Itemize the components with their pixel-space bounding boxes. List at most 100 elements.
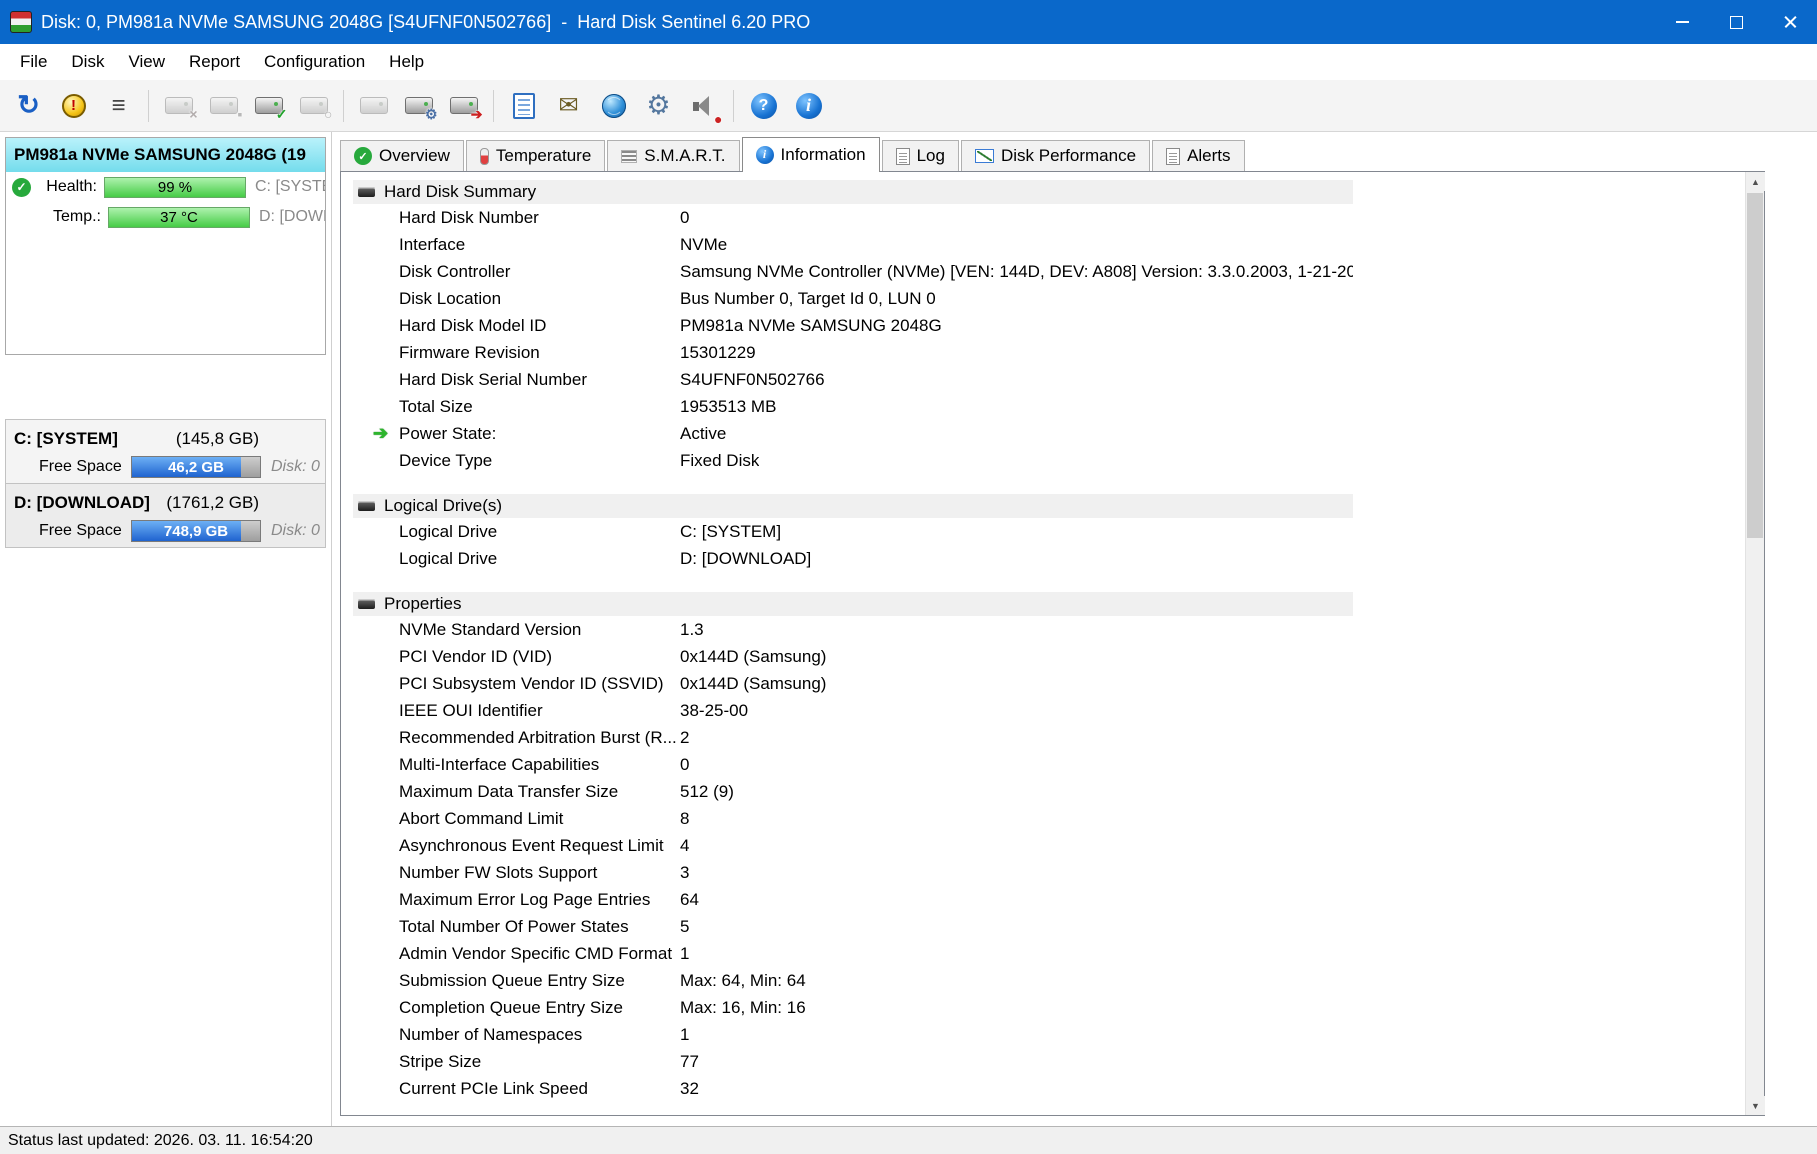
- disk-eject-button[interactable]: ➔: [441, 84, 486, 128]
- info-value: 4: [680, 835, 690, 855]
- info-label: Logical Drive: [399, 521, 498, 541]
- panel-list-button[interactable]: [501, 84, 546, 128]
- disk-remove-button[interactable]: ×: [156, 84, 201, 128]
- tab-label: Temperature: [495, 146, 592, 165]
- info-value: 3: [680, 862, 690, 882]
- disk-list-item-selected[interactable]: PM981a NVMe SAMSUNG 2048G (19 ✓ Health: …: [5, 137, 326, 355]
- info-label: Device Type: [399, 450, 493, 470]
- app-icon: [10, 11, 32, 33]
- maximize-icon: [1729, 15, 1743, 29]
- maximize-button[interactable]: [1709, 0, 1763, 44]
- alarm-clock-button[interactable]: !: [51, 84, 96, 128]
- drive-item-c[interactable]: C: [SYSTEM] (145,8 GB) Free Space 46,2 GB Di…: [5, 419, 326, 484]
- info-button[interactable]: i: [786, 84, 831, 128]
- mail-button[interactable]: ✉: [546, 84, 591, 128]
- tab-overview[interactable]: ✓ Overview: [340, 140, 464, 171]
- info-value: 0: [680, 207, 690, 227]
- disk-gear-button[interactable]: ⚙: [396, 84, 441, 128]
- sound-icon: ●: [691, 94, 723, 126]
- tab-label: Overview: [379, 146, 450, 165]
- info-value: 1953513 MB: [680, 396, 777, 416]
- section-title: Properties: [384, 594, 462, 613]
- network-globe-button[interactable]: [591, 84, 636, 128]
- info-row: Firmware Revision 15301229: [353, 339, 1353, 366]
- info-label: Firmware Revision: [399, 342, 540, 362]
- alerts-page-icon: [1166, 147, 1181, 165]
- info-value: S4UFNF0N502766: [680, 369, 825, 389]
- section-title: Logical Drive(s): [384, 496, 503, 515]
- info-label: Number of Namespaces: [399, 1024, 583, 1044]
- report-button[interactable]: ≡: [96, 84, 141, 128]
- toolbar-separator: [493, 89, 494, 122]
- disk-section-icon: [358, 501, 375, 511]
- tab-label: S.M.A.R.T.: [644, 146, 726, 165]
- minimize-button[interactable]: [1655, 0, 1709, 44]
- info-row: Submission Queue Entry Size Max: 64, Min:…: [353, 967, 1353, 994]
- content-area: ✓ Overview Temperature S.M.A.R.T. i Informati…: [332, 132, 1817, 1126]
- close-button[interactable]: [1763, 0, 1817, 44]
- menu-report[interactable]: Report: [177, 48, 252, 76]
- free-space-value: 46,2 GB: [168, 458, 224, 476]
- temperature-drive-ref: D: [DOWN: [259, 208, 325, 225]
- smart-attributes-icon: [621, 149, 638, 163]
- info-row: ➔ Power State: Active: [353, 420, 1353, 447]
- health-value: 99 %: [157, 178, 193, 196]
- drive-item-d[interactable]: D: [DOWNLOAD] (1761,2 GB) Free Space 748,9 …: [5, 483, 326, 548]
- tab-log[interactable]: Log: [881, 140, 959, 171]
- scroll-up-button[interactable]: [1746, 172, 1765, 191]
- info-row: Total Number Of Power States 5: [353, 913, 1353, 940]
- disk-button[interactable]: [351, 84, 396, 128]
- info-value: D: [DOWNLOAD]: [680, 548, 812, 568]
- alarm-clock-icon: !: [61, 93, 86, 118]
- scrollbar-thumb[interactable]: [1747, 193, 1763, 538]
- disk-accept-button[interactable]: ✓: [246, 84, 291, 128]
- title-bar: Disk: 0, PM981a NVMe SAMSUNG 2048G [S4UF…: [0, 0, 1817, 44]
- info-row: Maximum Error Log Page Entries 64: [353, 886, 1353, 913]
- free-space-bar: 748,9 GB: [131, 520, 261, 542]
- info-row: IEEE OUI Identifier 38-25-00: [353, 697, 1353, 724]
- info-value: 77: [680, 1051, 699, 1071]
- disk-write-button[interactable]: ▪: [201, 84, 246, 128]
- tab-temperature[interactable]: Temperature: [465, 140, 606, 171]
- info-label: Number FW Slots Support: [399, 862, 598, 882]
- info-row: Number of Namespaces 1: [353, 1021, 1353, 1048]
- refresh-button[interactable]: ↻: [6, 84, 51, 128]
- disk-section-icon: [358, 599, 375, 609]
- menu-bar: File Disk View Report Configuration Help: [0, 44, 1817, 80]
- tab-smart[interactable]: S.M.A.R.T.: [607, 140, 740, 171]
- disk-write-icon-badge: ▪: [237, 106, 243, 122]
- info-value: NVMe: [680, 234, 728, 254]
- info-value: 5: [680, 916, 690, 936]
- info-row: Number FW Slots Support 3: [353, 859, 1353, 886]
- tab-alerts[interactable]: Alerts: [1152, 140, 1245, 171]
- info-row: Hard Disk Model ID PM981a NVMe SAMSUNG 20…: [353, 312, 1353, 339]
- menu-view[interactable]: View: [116, 48, 177, 76]
- menu-disk[interactable]: Disk: [59, 48, 116, 76]
- scrollbar[interactable]: [1745, 172, 1765, 1115]
- scroll-down-button[interactable]: [1746, 1096, 1765, 1115]
- tab-disk-performance[interactable]: Disk Performance: [960, 140, 1151, 171]
- toolbar: ↻! ≡ × ▪ ✓ ○ ⚙ ➔ ✉ ⚙ ●? i: [0, 80, 1817, 132]
- menu-configuration[interactable]: Configuration: [252, 48, 377, 76]
- drive-name: D: [DOWNLOAD]: [14, 492, 150, 512]
- menu-file[interactable]: File: [8, 48, 59, 76]
- drive-free-row: Free Space 748,9 GB Disk: 0: [6, 517, 325, 545]
- close-icon: [1783, 15, 1798, 30]
- help-button[interactable]: ?: [741, 84, 786, 128]
- info-label: Asynchronous Event Request Limit: [399, 835, 664, 855]
- section-header: Properties: [353, 592, 1353, 616]
- disk-search-button[interactable]: ○: [291, 84, 336, 128]
- disk-gear-icon: ⚙: [404, 97, 438, 121]
- disk-number-label: Disk: 0: [271, 522, 320, 539]
- settings-gear-button[interactable]: ⚙: [636, 84, 681, 128]
- health-bar: 99 %: [104, 176, 246, 198]
- tab-information[interactable]: i Information: [741, 137, 880, 172]
- free-space-value: 748,9 GB: [163, 522, 229, 540]
- info-label: Disk Location: [399, 288, 502, 308]
- info-row: Interface NVMe: [353, 231, 1353, 258]
- menu-help[interactable]: Help: [377, 48, 436, 76]
- sound-button[interactable]: ●: [681, 84, 726, 128]
- drive-header: D: [DOWNLOAD] (1761,2 GB): [6, 488, 325, 517]
- information-panel: Hard Disk Summary Hard Disk Number 0 Interf…: [340, 171, 1765, 1116]
- free-space-label: Free Space: [39, 522, 122, 539]
